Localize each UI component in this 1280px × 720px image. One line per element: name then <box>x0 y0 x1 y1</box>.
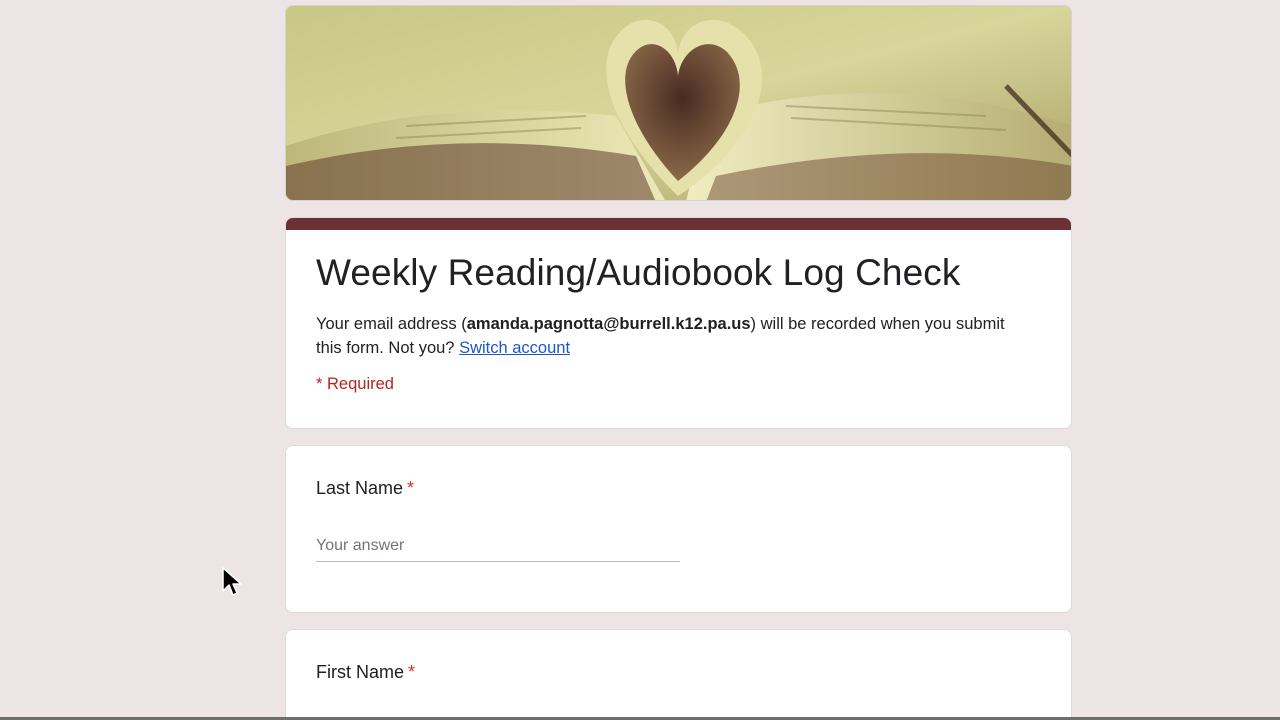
header-banner-image <box>285 5 1072 201</box>
question-card-first-name: First Name * <box>285 629 1072 720</box>
switch-account-link[interactable]: Switch account <box>459 339 570 357</box>
form-header-card: Weekly Reading/Audiobook Log Check Your … <box>285 217 1072 429</box>
required-asterisk: * <box>407 478 415 498</box>
user-email: amanda.pagnotta@burrell.k12.pa.us <box>466 315 751 333</box>
open-book-heart-image <box>286 6 1071 200</box>
form-page: Weekly Reading/Audiobook Log Check Your … <box>0 0 1280 720</box>
question-title: First Name <box>316 662 405 682</box>
accent-bar <box>286 218 1071 230</box>
mouse-pointer-icon <box>222 567 242 596</box>
form-title: Weekly Reading/Audiobook Log Check <box>316 252 961 293</box>
question-title: Last Name <box>316 478 404 498</box>
required-asterisk: * <box>408 662 416 682</box>
question-label: First Name * <box>316 662 1041 683</box>
form-column: Weekly Reading/Audiobook Log Check Your … <box>285 5 1072 720</box>
question-label: Last Name * <box>316 478 1041 499</box>
email-notice: Your email address (amanda.pagnotta@burr… <box>316 312 1031 360</box>
last-name-input[interactable] <box>316 537 680 562</box>
question-card-last-name: Last Name * <box>285 445 1072 613</box>
email-notice-prefix: Your email address ( <box>316 315 467 333</box>
required-note: * Required <box>316 375 394 393</box>
